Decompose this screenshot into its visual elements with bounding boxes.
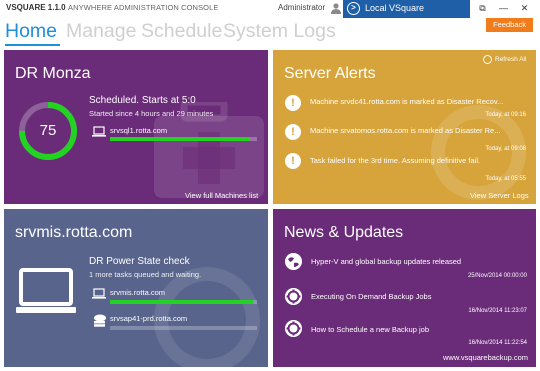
globe-icon (285, 253, 302, 270)
tab-manage[interactable]: Manage (66, 20, 136, 43)
minimize-icon[interactable]: — (497, 2, 510, 14)
server-alerts-title: Server Alerts (284, 65, 376, 82)
news-item-text[interactable]: Executing On Demand Backup Jobs (311, 292, 431, 301)
refresh-all-button[interactable]: Refresh All (483, 55, 526, 64)
background-circle (431, 105, 526, 200)
machine-progress-bar (110, 326, 257, 330)
chevron-right-icon: > (347, 2, 360, 15)
server-status-title: srvmis.rotta.com (15, 224, 133, 241)
alert-time: Today, at 09:08 (485, 146, 526, 152)
dr-monza-tile[interactable]: DR Monza 75 Scheduled. Starts at 5:0 Sta… (4, 50, 268, 204)
alert-text[interactable]: Machine srvdc41.rotta.com is marked as D… (310, 97, 530, 106)
dr-monza-title: DR Monza (15, 65, 91, 82)
news-item-text[interactable]: Hyper-V and global backup updates releas… (311, 257, 461, 266)
task-name: DR Power State check (89, 256, 190, 267)
laptop-icon (92, 126, 106, 137)
cloud-server-icon (94, 314, 106, 327)
alert-icon: ! (285, 95, 301, 111)
close-icon[interactable]: ✕ (518, 2, 531, 14)
server-selector[interactable]: > Local VSquare (343, 0, 470, 18)
alert-time: Today, at 09:16 (485, 112, 526, 118)
server-selector-label: Local VSquare (365, 3, 425, 13)
news-item-text[interactable]: How to Schedule a new Backup job (311, 325, 429, 334)
machine-name: srvsap41-prd.rotta.com (110, 314, 188, 323)
refresh-icon (483, 55, 492, 64)
schedule-status: Scheduled. Starts at 5:0 (89, 95, 196, 106)
refresh-all-label: Refresh All (495, 56, 527, 64)
machine-progress-bar (110, 300, 257, 304)
gauge-value: 75 (39, 122, 57, 139)
machine-name: srvmis.rotta.com (110, 288, 166, 297)
tab-schedule[interactable]: Schedule (141, 20, 222, 43)
alert-icon: ! (285, 124, 301, 140)
view-machines-link[interactable]: View full Machines list (185, 191, 258, 200)
machine-progress-bar (110, 137, 257, 141)
alert-text[interactable]: Machine srvatomos.rotta.com is marked as… (310, 126, 530, 135)
alert-time: Today, at 05:55 (485, 176, 526, 182)
tasks-queued: 1 more tasks queued and waiting. (89, 270, 202, 279)
news-item-time: 16/Nov/2014 11:22:54 (468, 340, 527, 346)
user-icon[interactable] (331, 3, 341, 14)
machine-progress-fill (110, 137, 250, 141)
machine-name: srvsql1.rotta.com (110, 126, 168, 135)
app-version-title: VSQUARE 1.1.0 (6, 3, 66, 12)
tab-system-logs[interactable]: System Logs (223, 20, 336, 43)
app-subtitle: ANYWHERE ADMINISTRATION CONSOLE (68, 3, 219, 12)
news-item-time: 25/Nov/2014 00:00:00 (467, 273, 527, 279)
machine-progress-fill (110, 300, 253, 304)
title-bar: VSQUARE 1.1.0 ANYWHERE ADMINISTRATION CO… (0, 0, 540, 18)
user-name[interactable]: Administrator (278, 3, 325, 12)
alert-icon: ! (285, 153, 301, 169)
news-title: News & Updates (284, 224, 404, 241)
server-alerts-tile[interactable]: Server Alerts Refresh All ! Machine srvd… (273, 50, 536, 204)
lifebuoy-icon (285, 320, 302, 337)
website-link[interactable]: www.vsquarebackup.com (443, 353, 528, 362)
tab-home[interactable]: Home (5, 20, 57, 43)
laptop-icon (92, 288, 106, 299)
view-server-logs-link[interactable]: View Server Logs (470, 191, 529, 200)
server-status-tile[interactable]: srvmis.rotta.com DR Power State check 1 … (4, 209, 268, 367)
news-updates-tile[interactable]: News & Updates Hyper-V and global backup… (273, 209, 536, 367)
lifebuoy-icon (285, 288, 302, 305)
restore-icon[interactable]: ⧉ (476, 2, 489, 14)
active-tab-indicator (5, 44, 60, 46)
started-since: Started since 4 hours and 29 minutes (89, 109, 214, 118)
laptop-icon (16, 268, 76, 313)
feedback-button[interactable]: Feedback (486, 18, 533, 32)
alert-text[interactable]: Task failed for the 3rd time. Assuming d… (310, 156, 530, 165)
news-item-time: 16/Nov/2014 11:23:07 (468, 308, 527, 314)
